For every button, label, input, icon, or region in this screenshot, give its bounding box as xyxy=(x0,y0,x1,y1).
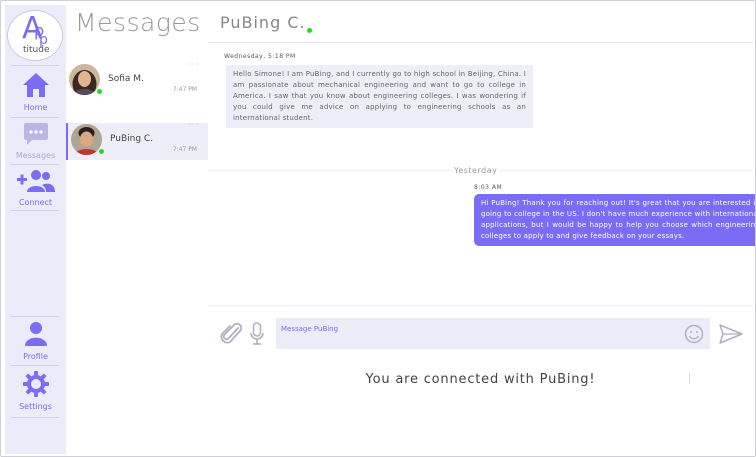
online-indicator xyxy=(97,89,102,94)
conversation-name: PuBing C. xyxy=(110,134,154,144)
microphone-icon[interactable] xyxy=(250,322,264,346)
divider-mark xyxy=(689,372,690,384)
incoming-message: Hello Simone! I am PuBing, and I current… xyxy=(226,65,533,128)
send-icon[interactable] xyxy=(719,324,743,344)
app-logo[interactable]: A p p titude xyxy=(7,10,63,61)
contact-name: PuBing C. xyxy=(220,13,306,32)
conversation-list: Messages Sofia M. ··· 7:47 PM PuBing C. … xyxy=(66,5,208,454)
message-thread[interactable]: Wednesday, 5:18 PM Hello Simone! I am Pu… xyxy=(208,44,755,306)
chat-bubble-icon xyxy=(23,123,48,145)
nav-divider xyxy=(11,164,59,165)
message-composer: You are connected with PuBing! xyxy=(208,307,753,454)
nav-divider xyxy=(11,65,59,66)
online-indicator xyxy=(99,149,104,154)
smiley-icon[interactable] xyxy=(684,324,704,344)
nav-home-label: Home xyxy=(23,103,48,112)
nav-messages[interactable]: Messages xyxy=(5,122,66,160)
conversation-name: Sofia M. xyxy=(108,74,144,84)
nav-rail: A p p titude Home Messages Connect Profi… xyxy=(5,5,66,454)
more-options-icon[interactable]: ··· xyxy=(188,60,199,69)
nav-connect-label: Connect xyxy=(18,198,53,207)
nav-settings[interactable]: Settings xyxy=(5,371,66,411)
avatar xyxy=(71,124,102,155)
home-icon xyxy=(22,73,49,97)
outgoing-message: Hi PuBing! Thank you for reaching out! I… xyxy=(474,194,755,246)
nav-home[interactable]: Home xyxy=(5,72,66,112)
add-people-icon xyxy=(16,170,55,192)
nav-connect[interactable]: Connect xyxy=(5,169,66,207)
nav-divider xyxy=(11,210,59,211)
logo-word: titude xyxy=(23,45,50,55)
person-icon xyxy=(24,322,47,346)
nav-divider xyxy=(11,316,59,317)
paperclip-icon[interactable] xyxy=(220,322,242,346)
list-title: Messages xyxy=(75,8,201,37)
conversation-item[interactable]: Sofia M. ··· 7:47 PM xyxy=(66,60,208,100)
nav-divider xyxy=(11,117,59,118)
message-timestamp: 8:03 AM xyxy=(474,184,503,191)
gear-icon xyxy=(22,371,49,397)
day-separator: Yesterday xyxy=(452,166,500,175)
conversation-item[interactable]: PuBing C. ··· 7:47 PM xyxy=(66,120,208,160)
chat-pane: PuBing C. Wednesday, 5:18 PM Hello Simon… xyxy=(208,5,755,454)
conversation-time: 7:47 PM xyxy=(172,86,197,93)
message-timestamp: Wednesday, 5:18 PM xyxy=(224,53,296,60)
nav-divider xyxy=(11,365,59,366)
conversation-time: 7:47 PM xyxy=(172,146,197,153)
nav-divider xyxy=(11,417,59,418)
nav-messages-label: Messages xyxy=(15,151,56,160)
chat-header: PuBing C. xyxy=(208,5,753,43)
nav-settings-label: Settings xyxy=(19,402,52,411)
app-window: A p p titude Home Messages Connect Profi… xyxy=(0,0,756,457)
online-indicator xyxy=(307,28,312,33)
message-input[interactable] xyxy=(276,318,710,349)
more-options-icon[interactable]: ··· xyxy=(188,120,199,129)
connection-status: You are connected with PuBing! xyxy=(365,372,596,387)
nav-profile[interactable]: Profile xyxy=(5,321,66,361)
nav-profile-label: Profile xyxy=(23,352,48,361)
avatar xyxy=(69,64,100,95)
